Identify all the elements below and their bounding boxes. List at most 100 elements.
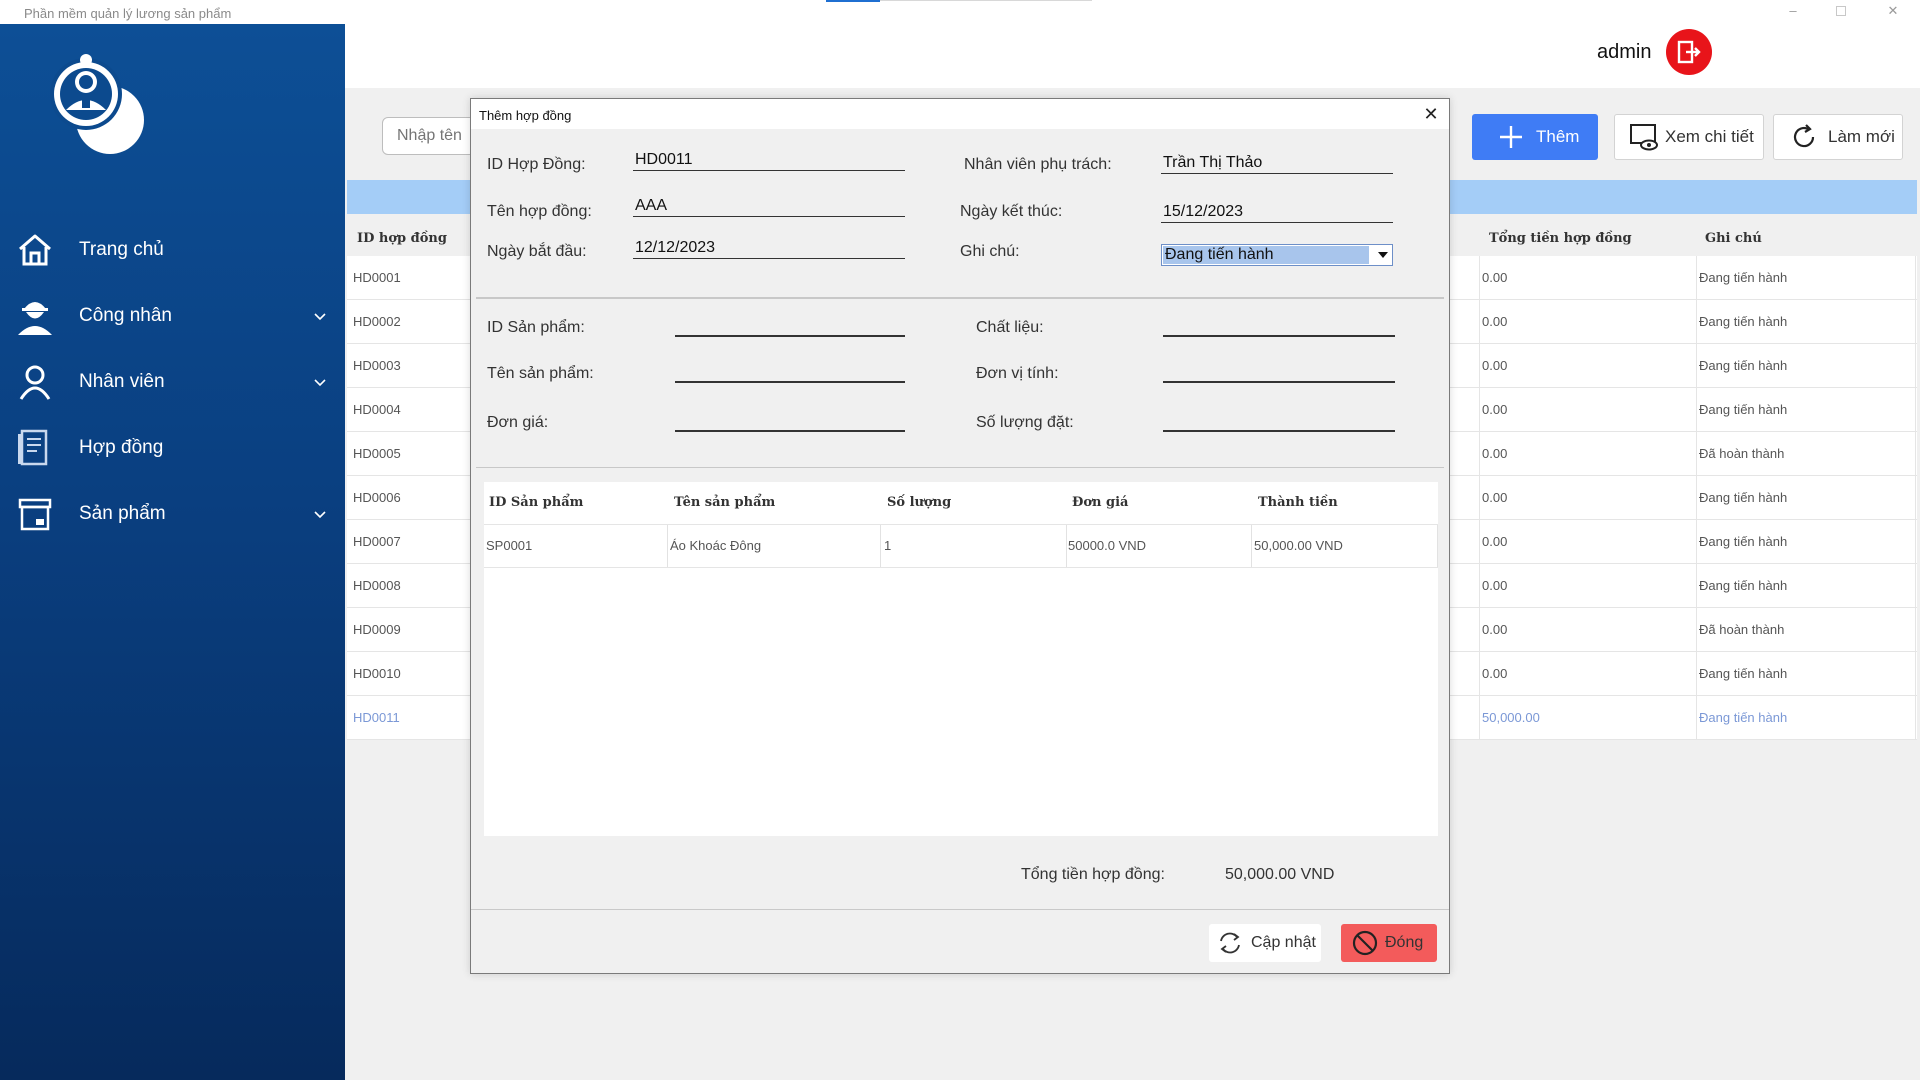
table-divider bbox=[1915, 388, 1916, 432]
sidebar-item-workers[interactable]: Công nhân bbox=[0, 288, 345, 344]
user-name: admin bbox=[1597, 41, 1652, 63]
quantity-field[interactable] bbox=[1163, 404, 1395, 432]
window-title: Phần mềm quản lý lương sản phẩm bbox=[24, 6, 232, 21]
material-field[interactable] bbox=[1163, 309, 1395, 337]
grid-header-product-name: Tên sản phẩm bbox=[674, 495, 776, 510]
sidebar-item-employees[interactable]: Nhân viên bbox=[0, 354, 345, 410]
start-date-field[interactable] bbox=[633, 237, 905, 259]
window-close-icon[interactable]: ✕ bbox=[1878, 2, 1908, 20]
total-value: 50,000.00 VND bbox=[1225, 866, 1335, 883]
grid-header-product-id: ID Sản phẩm bbox=[489, 495, 584, 510]
table-divider bbox=[1479, 520, 1480, 564]
start-date-label: Ngày bắt đầu: bbox=[487, 243, 587, 260]
table-divider bbox=[1915, 476, 1916, 520]
table-cell-id: HD0004 bbox=[353, 402, 401, 417]
contract-name-field[interactable] bbox=[633, 195, 905, 217]
sidebar-item-contracts[interactable]: Hợp đồng bbox=[0, 420, 345, 476]
column-header-id: ID hợp đồng bbox=[357, 231, 447, 246]
sidebar-item-label: Nhân viên bbox=[79, 371, 165, 392]
view-detail-icon bbox=[1630, 124, 1658, 151]
table-divider bbox=[1915, 564, 1916, 608]
product-name-field[interactable] bbox=[675, 355, 905, 383]
taskbar-line bbox=[880, 0, 1092, 1]
contract-id-field[interactable] bbox=[633, 149, 905, 171]
section-divider bbox=[476, 297, 1444, 299]
table-divider bbox=[1696, 520, 1697, 564]
column-header-note: Ghi chú bbox=[1705, 231, 1762, 246]
table-cell-total: 0.00 bbox=[1482, 578, 1508, 593]
table-cell-total: 0.00 bbox=[1482, 314, 1508, 329]
close-button-label: Đóng bbox=[1385, 934, 1424, 951]
table-divider bbox=[1915, 344, 1916, 388]
material-label: Chất liệu: bbox=[976, 319, 1044, 336]
view-detail-button[interactable]: Xem chi tiết bbox=[1614, 114, 1764, 160]
dialog-close-icon[interactable]: ✕ bbox=[1421, 104, 1441, 124]
table-cell-id: HD0001 bbox=[353, 270, 401, 285]
dropdown-arrow-icon[interactable] bbox=[1376, 249, 1390, 261]
contract-name-label: Tên hợp đồng: bbox=[487, 203, 592, 220]
table-divider bbox=[1479, 432, 1480, 476]
staff-label: Nhân viên phụ trách: bbox=[964, 156, 1112, 173]
cancel-icon bbox=[1352, 930, 1378, 956]
table-divider bbox=[1479, 344, 1480, 388]
note-label: Ghi chú: bbox=[960, 243, 1020, 260]
maximize-icon[interactable] bbox=[1826, 2, 1856, 20]
sidebar-item-home[interactable]: Trang chủ bbox=[0, 222, 345, 278]
table-divider bbox=[1479, 476, 1480, 520]
table-divider bbox=[1696, 608, 1697, 652]
update-button-label: Cập nhật bbox=[1251, 934, 1316, 951]
refresh-button[interactable]: Làm mới bbox=[1773, 114, 1903, 160]
grid-header-line-total: Thành tiền bbox=[1258, 495, 1338, 510]
grid-cell-line-total: 50,000.00 VND bbox=[1254, 538, 1343, 553]
unit-field[interactable] bbox=[1163, 355, 1395, 383]
sidebar-item-label: Sản phẩm bbox=[79, 503, 166, 524]
staff-field[interactable] bbox=[1161, 152, 1393, 174]
table-divider bbox=[1696, 432, 1697, 476]
table-divider bbox=[1479, 608, 1480, 652]
sidebar-item-label: Công nhân bbox=[79, 305, 172, 326]
grid-header-quantity: Số lượng bbox=[887, 495, 952, 510]
table-cell-note: Đang tiến hành bbox=[1699, 578, 1788, 593]
unit-price-field[interactable] bbox=[675, 404, 905, 432]
table-cell-total: 0.00 bbox=[1482, 446, 1508, 461]
minimize-icon[interactable]: – bbox=[1778, 2, 1808, 20]
contract-id-label: ID Hợp Đồng: bbox=[487, 156, 586, 173]
close-button[interactable]: Đóng bbox=[1341, 924, 1437, 962]
table-cell-note: Đang tiến hành bbox=[1699, 710, 1788, 725]
home-icon bbox=[14, 229, 56, 271]
add-contract-dialog: Thêm hợp đồng ✕ ID Hợp Đồng: Tên hợp đồn… bbox=[470, 98, 1450, 974]
person-icon bbox=[14, 361, 56, 403]
table-divider bbox=[1479, 652, 1480, 696]
table-cell-total: 50,000.00 bbox=[1482, 710, 1540, 725]
logout-button[interactable] bbox=[1666, 29, 1712, 75]
product-id-field[interactable] bbox=[675, 309, 905, 337]
table-cell-note: Đã hoàn thành bbox=[1699, 622, 1785, 637]
chevron-down-icon[interactable] bbox=[311, 505, 329, 523]
plus-icon bbox=[1500, 126, 1522, 148]
table-divider bbox=[1479, 300, 1480, 344]
grid-header-unit-price: Đơn giá bbox=[1072, 495, 1129, 510]
table-divider bbox=[1915, 432, 1916, 476]
table-divider bbox=[1696, 652, 1697, 696]
table-divider bbox=[1696, 564, 1697, 608]
table-cell-id: HD0006 bbox=[353, 490, 401, 505]
product-grid: ID Sản phẩm Tên sản phẩm Số lượng Đơn gi… bbox=[484, 482, 1438, 836]
update-button[interactable]: Cập nhật bbox=[1209, 924, 1321, 962]
sidebar-item-products[interactable]: Sản phẩm bbox=[0, 486, 345, 542]
note-select[interactable]: Đang tiến hành bbox=[1161, 244, 1393, 266]
product-box-icon bbox=[14, 493, 56, 535]
table-divider bbox=[1915, 256, 1916, 300]
table-cell-note: Đang tiến hành bbox=[1699, 270, 1788, 285]
table-divider bbox=[1696, 344, 1697, 388]
grid-row[interactable]: SP0001 Áo Khoác Đông 1 50000.0 VND 50,00… bbox=[484, 524, 1438, 568]
add-button[interactable]: Thêm bbox=[1472, 114, 1598, 160]
end-date-field[interactable] bbox=[1161, 201, 1393, 223]
dialog-titlebar: Thêm hợp đồng ✕ bbox=[471, 99, 1449, 129]
sync-icon bbox=[1220, 932, 1240, 954]
chevron-down-icon[interactable] bbox=[311, 307, 329, 325]
chevron-down-icon[interactable] bbox=[311, 373, 329, 391]
total-label: Tổng tiền hợp đồng: bbox=[1021, 866, 1165, 883]
table-cell-id: HD0010 bbox=[353, 666, 401, 681]
table-cell-note: Đang tiến hành bbox=[1699, 314, 1788, 329]
grid-cell-quantity: 1 bbox=[884, 538, 892, 553]
